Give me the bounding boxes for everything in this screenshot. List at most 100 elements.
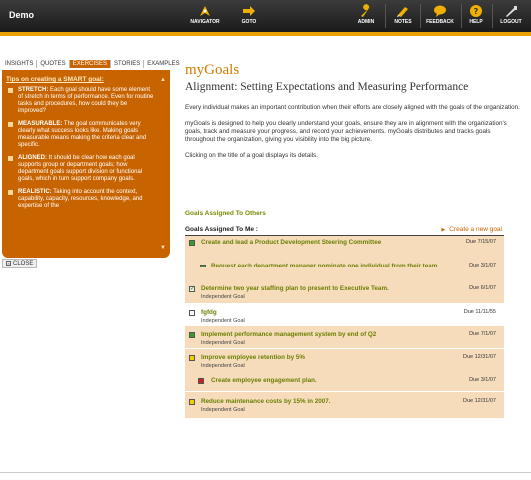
tips-scrollbar[interactable]: ▲ ▼	[159, 76, 167, 252]
navigator-button[interactable]: NAVIGATOR	[187, 2, 223, 30]
status-checked-icon[interactable]: ✓	[189, 286, 195, 292]
tips-content[interactable]: Tips on creating a SMART goal: STRETCH: …	[6, 76, 154, 254]
goal-type: Independent Goal	[201, 363, 245, 369]
goal-row[interactable]: ✓ Determine two year staffing plan to pr…	[185, 283, 504, 303]
header-accent-strip	[0, 32, 531, 36]
goal-title[interactable]: fgfdg	[201, 309, 217, 317]
notes-button[interactable]: NOTES	[391, 2, 415, 30]
tab-exercises[interactable]: EXERCISES	[69, 60, 112, 68]
goal-row[interactable]	[185, 267, 504, 283]
status-yellow-icon[interactable]	[189, 355, 195, 361]
tips-panel: Tips on creating a SMART goal: STRETCH: …	[2, 70, 170, 258]
tip-aligned: ALIGNED: It should be clear how each goa…	[6, 155, 154, 183]
tip-measurable: MEASURABLE: The goal communicates very c…	[6, 121, 154, 149]
status-green-icon[interactable]	[189, 240, 195, 246]
goal-title[interactable]: Create employee engagement plan.	[211, 377, 317, 385]
goal-type: Independent Goal	[201, 318, 245, 324]
description-paragraph: myGoals is designed to help you clearly …	[185, 120, 507, 143]
notes-icon	[397, 7, 408, 17]
sidebar-tabs: INSIGHTS QUOTES EXERCISES STORIES EXAMPL…	[2, 60, 183, 70]
goal-due: Due 11/11/55	[463, 309, 496, 315]
intro-paragraph: Every individual makes an important cont…	[185, 104, 520, 111]
create-new-goal-label: Create a new goal	[449, 226, 502, 233]
logout-label: LOGOUT	[500, 19, 522, 25]
goal-row[interactable]: Create employee engagement plan. Due 3/1…	[185, 371, 504, 391]
goals-assigned-to-others-link[interactable]: Goals Assigned To Others	[185, 210, 266, 217]
logout-button[interactable]: LOGOUT	[498, 2, 524, 30]
goal-title[interactable]: Reduce maintenance costs by 15% in 2007.	[201, 398, 331, 406]
feedback-bubble-icon	[434, 5, 446, 17]
goals-assigned-to-me-header: Goals Assigned To Me : ▶ Create a new goa…	[185, 226, 504, 236]
navigator-label: NAVIGATOR	[190, 19, 220, 25]
tip-term: MEASURABLE:	[18, 121, 63, 127]
status-green-icon[interactable]	[189, 332, 195, 338]
goal-row[interactable]: Reduce maintenance costs by 15% in 2007.…	[185, 392, 504, 418]
wrench-icon	[361, 4, 370, 18]
bullet-icon	[8, 122, 13, 127]
tip-stretch: STRETCH: Each goal should have some elem…	[6, 87, 154, 115]
main-content: myGoals Alignment: Setting Expectations …	[185, 62, 521, 160]
tip-realistic: REALISTIC: Taking into account the conte…	[6, 189, 154, 210]
tab-insights[interactable]: INSIGHTS	[2, 60, 38, 68]
arrow-right-icon: ▶	[441, 227, 446, 233]
feedback-button[interactable]: FEEDBACK	[424, 2, 456, 30]
status-white-icon[interactable]	[189, 310, 195, 316]
bullet-icon	[8, 190, 13, 195]
goal-row[interactable]: Implement performance management system …	[185, 326, 504, 348]
goal-due: Due 7/15/07	[466, 239, 496, 245]
goal-due: Due 12/31/07	[462, 398, 496, 404]
top-navigation-bar: Demo NAVIGATOR GOTO ADMIN NOTES FEEDBACK…	[0, 0, 531, 32]
help-icon: ?	[470, 5, 482, 17]
bullet-icon	[8, 88, 13, 93]
instruction-paragraph: Clicking on the title of a goal displays…	[185, 152, 319, 159]
tip-term: REALISTIC:	[18, 189, 52, 195]
tab-quotes[interactable]: QUOTES	[37, 60, 70, 68]
goal-title[interactable]: Create and lead a Product Development St…	[201, 239, 431, 247]
scroll-down-icon[interactable]: ▼	[159, 244, 167, 252]
goal-row[interactable]: fgfdg Independent Goal Due 11/11/55	[185, 304, 504, 326]
page-title: myGoals	[185, 62, 240, 78]
goal-row[interactable]: Improve employee retention by 5% Indepen…	[185, 349, 504, 371]
tab-examples[interactable]: EXAMPLES	[144, 60, 182, 68]
svg-text:?: ?	[474, 7, 479, 16]
app-title: Demo	[9, 10, 35, 20]
tab-stories[interactable]: STORIES	[111, 60, 145, 68]
logout-arrow-icon	[506, 6, 517, 17]
help-button[interactable]: ? HELP	[466, 2, 486, 30]
tip-term: STRETCH:	[18, 87, 49, 93]
admin-label: ADMIN	[357, 19, 375, 25]
status-red-icon[interactable]	[198, 378, 204, 384]
help-label: HELP	[469, 19, 483, 25]
goal-type: Independent Goal	[201, 340, 245, 346]
tip-term: ALIGNED:	[18, 155, 47, 161]
goal-due: Due 7/1/07	[469, 331, 496, 337]
navigator-icon	[200, 6, 210, 16]
notes-label: NOTES	[394, 19, 412, 25]
goals-assigned-to-me-label: Goals Assigned To Me :	[185, 226, 258, 233]
close-button[interactable]: × CLOSE	[2, 259, 38, 268]
close-label: CLOSE	[13, 261, 34, 267]
goto-label: GOTO	[241, 19, 257, 25]
goal-due: Due 3/1/07	[469, 377, 496, 383]
goto-arrow-icon	[243, 6, 255, 16]
bullet-icon	[8, 156, 13, 161]
goal-due: Due 12/31/07	[462, 354, 496, 360]
tips-title: Tips on creating a SMART goal:	[6, 76, 104, 83]
goal-row[interactable]: Create and lead a Product Development St…	[185, 236, 504, 271]
create-new-goal-link[interactable]: ▶ Create a new goal	[441, 226, 502, 233]
scroll-up-icon[interactable]: ▲	[159, 76, 167, 84]
status-yellow-icon[interactable]	[189, 399, 195, 405]
goal-title[interactable]: Implement performance management system …	[201, 331, 451, 339]
feedback-label: FEEDBACK	[426, 19, 454, 25]
admin-button[interactable]: ADMIN	[353, 2, 379, 30]
goal-type: Independent Goal	[201, 407, 245, 413]
footer-divider	[0, 472, 531, 473]
page-subtitle: Alignment: Setting Expectations and Meas…	[185, 81, 469, 93]
goal-due: Due 6/1/07	[469, 285, 496, 291]
goto-button[interactable]: GOTO	[236, 2, 262, 30]
close-icon: ×	[6, 261, 11, 266]
goal-title[interactable]: Determine two year staffing plan to pres…	[201, 285, 451, 293]
goal-type: Independent Goal	[201, 294, 245, 300]
goal-title[interactable]: Improve employee retention by 5%	[201, 354, 305, 362]
goals-list: Create and lead a Product Development St…	[185, 236, 504, 420]
